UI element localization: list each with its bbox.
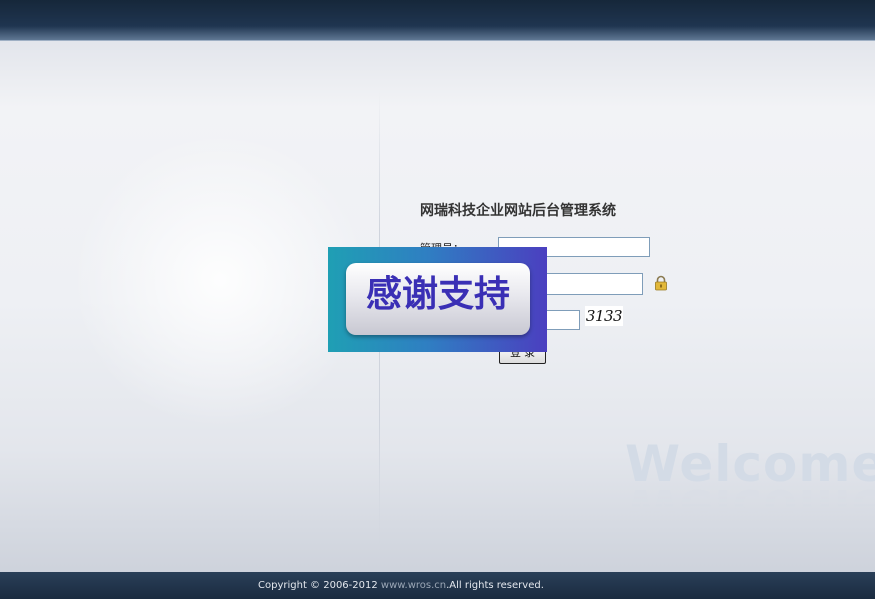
copyright-prefix: Copyright © 2006-2012	[258, 580, 381, 591]
thanks-text: 感谢支持	[365, 274, 510, 315]
copyright-suffix: .All rights reserved.	[446, 580, 544, 591]
system-title: 网瑞科技企业网站后台管理系统	[420, 203, 616, 219]
footer-bar: Copyright © 2006-2012 www.wros.cn.All ri…	[0, 572, 875, 599]
lock-icon	[655, 275, 667, 291]
thanks-overlay-badge: 感谢支持	[328, 247, 547, 352]
top-banner	[0, 0, 875, 41]
welcome-reflection: Welcome	[625, 478, 875, 536]
copyright-text: Copyright © 2006-2012 www.wros.cn.All ri…	[258, 572, 544, 599]
site-link[interactable]: www.wros.cn	[381, 580, 446, 591]
captcha-image[interactable]: 3133	[585, 306, 623, 326]
thanks-badge-plate: 感谢支持	[346, 263, 530, 335]
